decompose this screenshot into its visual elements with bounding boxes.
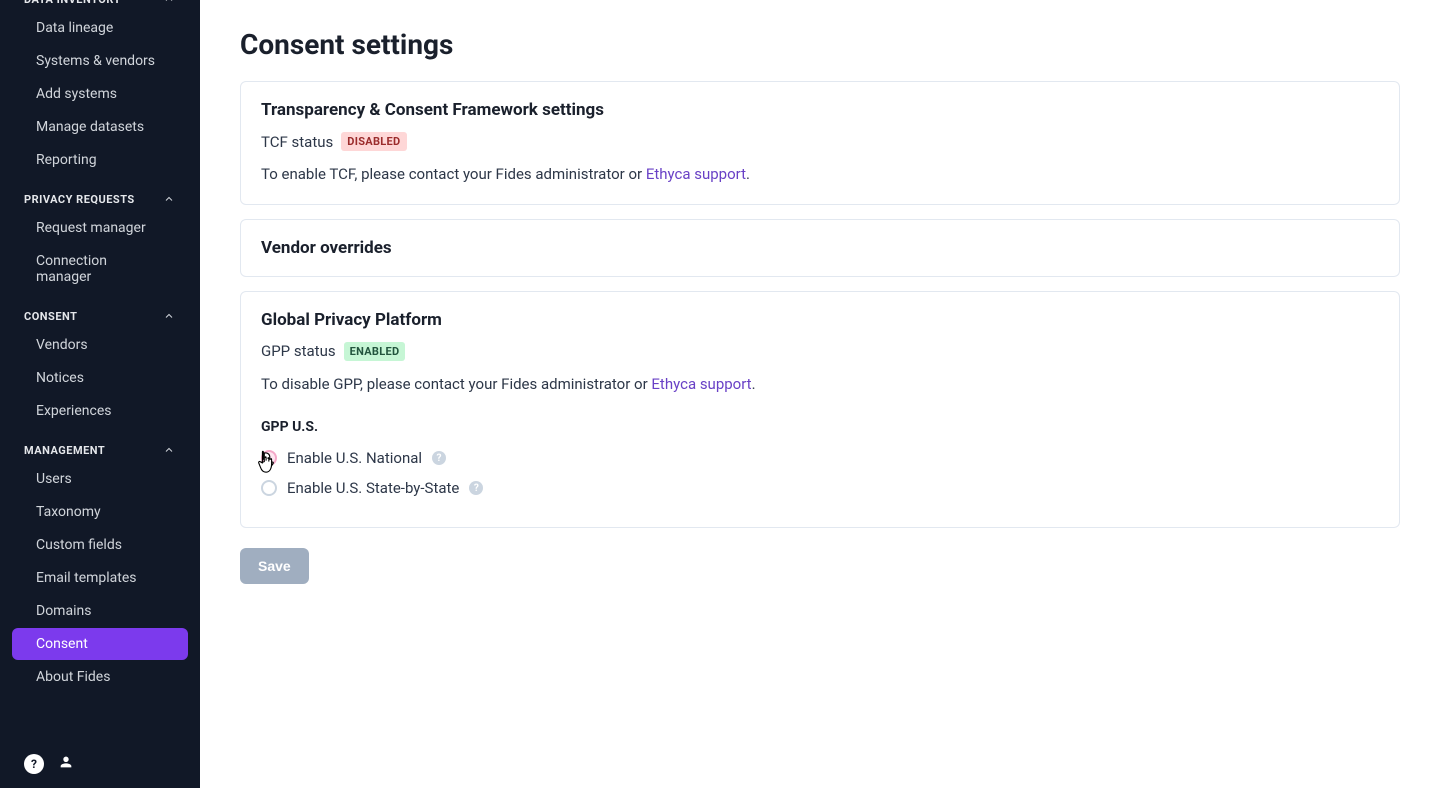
gpp-us-heading: GPP U.S.	[261, 419, 1379, 435]
sidebar-item-email-templates[interactable]: Email templates	[12, 562, 188, 594]
tcf-support-link[interactable]: Ethyca support	[646, 165, 746, 183]
tcf-desc-prefix: To enable TCF, please contact your Fides…	[261, 165, 646, 183]
radio-icon[interactable]	[261, 450, 277, 466]
sidebar-item-systems-vendors[interactable]: Systems & vendors	[12, 45, 188, 77]
tcf-status-label: TCF status	[261, 133, 333, 151]
sidebar-item-reporting[interactable]: Reporting	[12, 144, 188, 176]
chevron-up-icon	[162, 443, 176, 457]
sidebar-item-connection-manager[interactable]: Connection manager	[12, 245, 188, 293]
sidebar-item-add-systems[interactable]: Add systems	[12, 78, 188, 110]
nav-section-label: DATA INVENTORY	[24, 0, 121, 6]
gpp-support-link[interactable]: Ethyca support	[651, 375, 751, 393]
gpp-option-us-national[interactable]: Enable U.S. National ?	[261, 449, 1379, 467]
gpp-status-badge: ENABLED	[344, 342, 406, 361]
chevron-up-icon	[162, 309, 176, 323]
sidebar-item-domains[interactable]: Domains	[12, 595, 188, 627]
nav-section-data-inventory[interactable]: DATA INVENTORY	[0, 0, 200, 6]
gpp-heading: Global Privacy Platform	[261, 310, 1379, 330]
sidebar: DATA INVENTORY Data lineage Systems & ve…	[0, 0, 200, 788]
nav-section-management[interactable]: MANAGEMENT	[0, 443, 200, 457]
nav-section-label: CONSENT	[24, 310, 77, 323]
gpp-card: Global Privacy Platform GPP status ENABL…	[240, 291, 1400, 529]
gpp-status-label: GPP status	[261, 342, 336, 360]
chevron-up-icon	[162, 192, 176, 206]
gpp-option-label: Enable U.S. State-by-State	[287, 479, 459, 497]
question-icon[interactable]: ?	[469, 481, 483, 495]
gpp-option-us-state[interactable]: Enable U.S. State-by-State ?	[261, 479, 1379, 497]
sidebar-item-experiences[interactable]: Experiences	[12, 395, 188, 427]
sidebar-item-about-fides[interactable]: About Fides	[12, 661, 188, 693]
tcf-heading: Transparency & Consent Framework setting…	[261, 100, 1379, 120]
sidebar-item-manage-datasets[interactable]: Manage datasets	[12, 111, 188, 143]
page-title: Consent settings	[240, 28, 1400, 61]
nav-section-label: MANAGEMENT	[24, 444, 105, 457]
main-content: Consent settings Transparency & Consent …	[200, 0, 1440, 788]
vendor-overrides-card[interactable]: Vendor overrides	[240, 219, 1400, 277]
tcf-status-badge: DISABLED	[341, 132, 406, 151]
sidebar-item-consent[interactable]: Consent	[12, 628, 188, 660]
sidebar-item-request-manager[interactable]: Request manager	[12, 212, 188, 244]
gpp-status-row: GPP status ENABLED	[261, 342, 1379, 361]
gpp-option-label: Enable U.S. National	[287, 449, 422, 467]
chevron-up-icon	[162, 0, 176, 6]
help-icon[interactable]: ?	[24, 754, 44, 774]
nav-section-privacy-requests[interactable]: PRIVACY REQUESTS	[0, 192, 200, 206]
save-button[interactable]: Save	[240, 548, 309, 584]
tcf-desc-suffix: .	[746, 165, 750, 183]
sidebar-item-notices[interactable]: Notices	[12, 362, 188, 394]
question-icon[interactable]: ?	[432, 451, 446, 465]
gpp-desc-suffix: .	[752, 375, 756, 393]
nav-section-label: PRIVACY REQUESTS	[24, 193, 135, 206]
user-icon[interactable]	[58, 754, 74, 774]
sidebar-item-data-lineage[interactable]: Data lineage	[12, 12, 188, 44]
gpp-desc-prefix: To disable GPP, please contact your Fide…	[261, 375, 651, 393]
gpp-description: To disable GPP, please contact your Fide…	[261, 373, 1379, 396]
nav-section-consent[interactable]: CONSENT	[0, 309, 200, 323]
sidebar-item-users[interactable]: Users	[12, 463, 188, 495]
sidebar-item-taxonomy[interactable]: Taxonomy	[12, 496, 188, 528]
tcf-card: Transparency & Consent Framework setting…	[240, 81, 1400, 205]
sidebar-item-custom-fields[interactable]: Custom fields	[12, 529, 188, 561]
radio-icon[interactable]	[261, 480, 277, 496]
sidebar-footer: ?	[0, 740, 200, 788]
sidebar-item-vendors[interactable]: Vendors	[12, 329, 188, 361]
tcf-description: To enable TCF, please contact your Fides…	[261, 163, 1379, 186]
vendor-overrides-heading: Vendor overrides	[261, 238, 1379, 258]
tcf-status-row: TCF status DISABLED	[261, 132, 1379, 151]
